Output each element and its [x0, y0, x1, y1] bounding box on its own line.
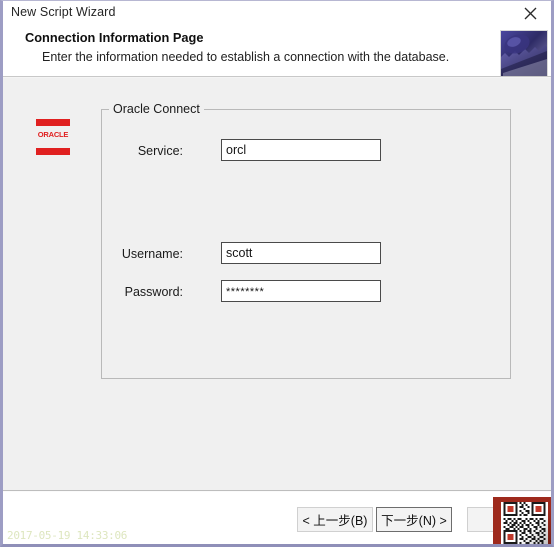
username-label: Username:: [121, 247, 183, 261]
timestamp-watermark: 2017-05-19 14:33:06: [7, 529, 128, 542]
qr-code-svg: [503, 502, 546, 544]
close-icon: [524, 7, 536, 20]
qr-code-watermark: [493, 497, 551, 544]
footer-divider-highlight: [3, 491, 551, 492]
gear-banner-icon: [501, 31, 547, 77]
title-bar: New Script Wizard: [3, 1, 551, 26]
wizard-header: Connection Information Page Enter the in…: [3, 26, 551, 78]
oracle-logo-text: ORACLE: [37, 130, 69, 139]
service-label: Service:: [137, 144, 183, 158]
page-title: Connection Information Page: [25, 30, 204, 45]
username-input[interactable]: [221, 242, 381, 264]
password-input[interactable]: [221, 280, 381, 302]
window-title: New Script Wizard: [11, 5, 116, 19]
oracle-logo-bar-top: [36, 119, 70, 126]
next-button[interactable]: 下一步(N) >: [376, 507, 452, 532]
close-button[interactable]: [509, 1, 551, 26]
gear-banner-image: [500, 30, 548, 78]
new-script-wizard-window: New Script Wizard Connection Information…: [0, 0, 554, 547]
page-subtitle: Enter the information needed to establis…: [42, 50, 450, 64]
qr-code-icon: [501, 502, 548, 544]
password-label: Password:: [124, 285, 183, 299]
oracle-connect-group-legend: Oracle Connect: [109, 102, 204, 116]
back-button[interactable]: < 上一步(B): [297, 507, 373, 532]
service-input[interactable]: [221, 139, 381, 161]
